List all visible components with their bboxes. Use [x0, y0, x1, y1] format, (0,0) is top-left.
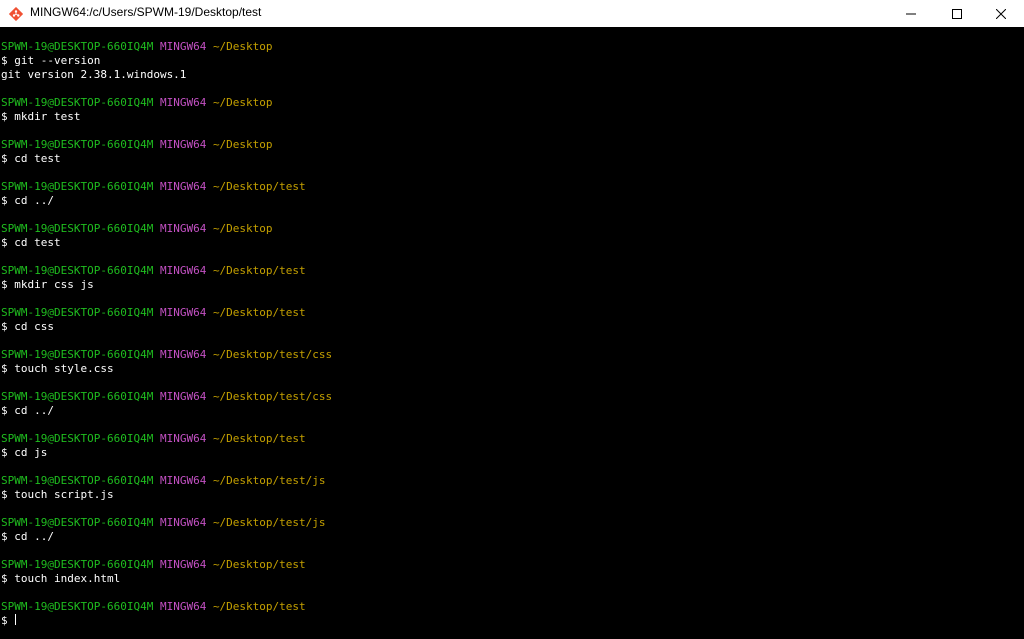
prompt-user: SPWM-19@DESKTOP-660IQ4M: [1, 138, 154, 151]
prompt-path: ~/Desktop/test: [212, 558, 306, 571]
title-bar[interactable]: MINGW64:/c/Users/SPWM-19/Desktop/test: [0, 0, 1024, 27]
prompt-user: SPWM-19@DESKTOP-660IQ4M: [1, 180, 154, 193]
prompt-line: SPWM-19@DESKTOP-660IQ4M MINGW64 ~/Deskto…: [1, 180, 332, 194]
prompt-user: SPWM-19@DESKTOP-660IQ4M: [1, 222, 154, 235]
prompt-system: MINGW64: [159, 390, 207, 403]
command-line: $ cd test: [1, 152, 61, 165]
prompt-path: ~/Desktop/test/js: [212, 516, 326, 529]
command-line: $ touch script.js: [1, 488, 114, 501]
prompt-system: MINGW64: [159, 40, 207, 53]
prompt-user: SPWM-19@DESKTOP-660IQ4M: [1, 40, 154, 53]
command-line: $ touch style.css: [1, 362, 114, 375]
command-line: $ cd css: [1, 320, 54, 333]
close-button[interactable]: [978, 0, 1024, 27]
output-line: git version 2.38.1.windows.1: [1, 68, 187, 81]
maximize-button[interactable]: [934, 0, 980, 27]
prompt-system: MINGW64: [159, 432, 207, 445]
git-bash-icon: [8, 6, 24, 22]
command-line: $ cd ../: [1, 404, 54, 417]
prompt-user: SPWM-19@DESKTOP-660IQ4M: [1, 600, 154, 613]
current-command-line[interactable]: $: [1, 614, 332, 628]
prompt-user: SPWM-19@DESKTOP-660IQ4M: [1, 474, 154, 487]
prompt-user: SPWM-19@DESKTOP-660IQ4M: [1, 264, 154, 277]
window-title: MINGW64:/c/Users/SPWM-19/Desktop/test: [30, 5, 262, 19]
prompt-user: SPWM-19@DESKTOP-660IQ4M: [1, 432, 154, 445]
prompt-system: MINGW64: [159, 180, 207, 193]
minimize-icon: [906, 9, 916, 19]
prompt-path: ~/Desktop/test/js: [212, 474, 326, 487]
prompt-system: MINGW64: [159, 264, 207, 277]
prompt-path: ~/Desktop: [212, 40, 273, 53]
prompt-line: SPWM-19@DESKTOP-660IQ4M MINGW64 ~/Deskto…: [1, 222, 332, 236]
prompt-system: MINGW64: [159, 306, 207, 319]
prompt-path: ~/Desktop: [212, 96, 273, 109]
prompt-line: SPWM-19@DESKTOP-660IQ4M MINGW64 ~/Deskto…: [1, 264, 332, 278]
prompt-line: SPWM-19@DESKTOP-660IQ4M MINGW64 ~/Deskto…: [1, 96, 332, 110]
prompt-path: ~/Desktop/test/css: [212, 348, 333, 361]
prompt-path: ~/Desktop/test: [212, 306, 306, 319]
prompt-system: MINGW64: [159, 222, 207, 235]
prompt-user: SPWM-19@DESKTOP-660IQ4M: [1, 96, 154, 109]
prompt-path: ~/Desktop: [212, 222, 273, 235]
command-line: $ cd ../: [1, 194, 54, 207]
command-line: $ touch index.html: [1, 572, 121, 585]
prompt-system: MINGW64: [159, 516, 207, 529]
command-line: $ cd js: [1, 446, 48, 459]
prompt-path: ~/Desktop/test: [212, 432, 306, 445]
text-cursor: [15, 614, 17, 625]
prompt-user: SPWM-19@DESKTOP-660IQ4M: [1, 390, 154, 403]
prompt-path: ~/Desktop: [212, 138, 273, 151]
minimize-button[interactable]: [888, 0, 934, 27]
command-line: $ cd test: [1, 236, 61, 249]
prompt-system: MINGW64: [159, 348, 207, 361]
prompt-system: MINGW64: [159, 558, 207, 571]
prompt-user: SPWM-19@DESKTOP-660IQ4M: [1, 558, 154, 571]
prompt-user: SPWM-19@DESKTOP-660IQ4M: [1, 516, 154, 529]
command-line: $ mkdir test: [1, 110, 81, 123]
close-icon: [996, 8, 1006, 19]
command-line: $ cd ../: [1, 530, 54, 543]
prompt-line: SPWM-19@DESKTOP-660IQ4M MINGW64 ~/Deskto…: [1, 138, 332, 152]
maximize-icon: [952, 8, 962, 19]
prompt-line: SPWM-19@DESKTOP-660IQ4M MINGW64 ~/Deskto…: [1, 40, 332, 54]
terminal-pane[interactable]: SPWM-19@DESKTOP-660IQ4M MINGW64 ~/Deskto…: [0, 27, 1024, 639]
prompt-system: MINGW64: [159, 600, 207, 613]
prompt-line: SPWM-19@DESKTOP-660IQ4M MINGW64 ~/Deskto…: [1, 600, 332, 614]
prompt-line: SPWM-19@DESKTOP-660IQ4M MINGW64 ~/Deskto…: [1, 558, 332, 572]
prompt-user: SPWM-19@DESKTOP-660IQ4M: [1, 348, 154, 361]
prompt-path: ~/Desktop/test: [212, 264, 306, 277]
prompt-path: ~/Desktop/test: [212, 600, 306, 613]
terminal-output: SPWM-19@DESKTOP-660IQ4M MINGW64 ~/Deskto…: [1, 40, 332, 628]
prompt-line: SPWM-19@DESKTOP-660IQ4M MINGW64 ~/Deskto…: [1, 306, 332, 320]
prompt-line: SPWM-19@DESKTOP-660IQ4M MINGW64 ~/Deskto…: [1, 432, 332, 446]
prompt-line: SPWM-19@DESKTOP-660IQ4M MINGW64 ~/Deskto…: [1, 516, 332, 530]
prompt-path: ~/Desktop/test: [212, 180, 306, 193]
prompt-user: SPWM-19@DESKTOP-660IQ4M: [1, 306, 154, 319]
prompt-line: SPWM-19@DESKTOP-660IQ4M MINGW64 ~/Deskto…: [1, 474, 332, 488]
prompt-system: MINGW64: [159, 138, 207, 151]
prompt-line: SPWM-19@DESKTOP-660IQ4M MINGW64 ~/Deskto…: [1, 348, 332, 362]
prompt-system: MINGW64: [159, 96, 207, 109]
prompt-system: MINGW64: [159, 474, 207, 487]
command-line: $ git --version: [1, 54, 101, 67]
command-input[interactable]: $: [1, 614, 14, 627]
command-line: $ mkdir css js: [1, 278, 94, 291]
prompt-line: SPWM-19@DESKTOP-660IQ4M MINGW64 ~/Deskto…: [1, 390, 332, 404]
prompt-path: ~/Desktop/test/css: [212, 390, 333, 403]
